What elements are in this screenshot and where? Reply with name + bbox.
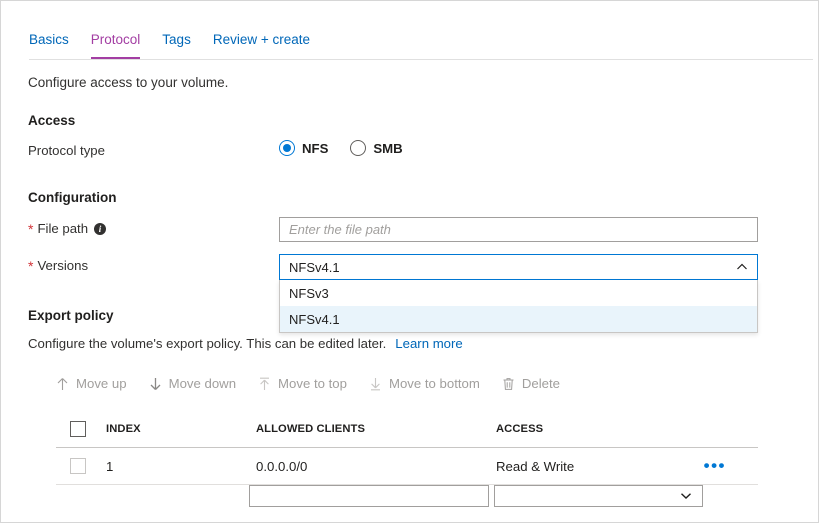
- arrow-to-top-icon: [258, 377, 278, 391]
- move-down-button[interactable]: Move down: [149, 376, 236, 391]
- label-versions: * Versions: [28, 257, 88, 275]
- tab-list: Basics Protocol Tags Review + create: [29, 32, 332, 59]
- label-file-path-text: File path: [37, 221, 89, 236]
- cell-access: Read & Write: [496, 458, 575, 474]
- export-policy-command-bar: Move up Move down Move to top Move to bo…: [56, 376, 582, 391]
- column-header-index[interactable]: INDEX: [106, 423, 256, 435]
- section-heading-configuration: Configuration: [28, 190, 117, 205]
- chevron-up-icon: [736, 261, 748, 273]
- new-access-select[interactable]: [494, 485, 703, 507]
- versions-selected-value: NFSv4.1: [289, 259, 340, 275]
- tab-protocol[interactable]: Protocol: [90, 32, 141, 59]
- radio-nfs-label: NFS: [302, 140, 329, 156]
- tab-bar: Basics Protocol Tags Review + create: [1, 1, 819, 61]
- export-policy-description: Configure the volume's export policy. Th…: [28, 335, 463, 353]
- radio-option-nfs[interactable]: NFS: [279, 140, 328, 156]
- label-file-path: * File path i: [28, 220, 107, 238]
- file-path-required-marker: *: [28, 221, 34, 237]
- section-heading-export-policy: Export policy: [28, 308, 114, 323]
- export-policy-description-text: Configure the volume's export policy. Th…: [28, 336, 387, 351]
- chevron-down-icon: [680, 487, 692, 505]
- section-heading-access: Access: [28, 113, 76, 128]
- radio-option-smb[interactable]: SMB: [350, 140, 403, 156]
- table-row[interactable]: 1 0.0.0.0/0 Read & Write •••: [56, 448, 758, 485]
- move-up-label: Move up: [76, 376, 127, 391]
- info-icon[interactable]: i: [94, 223, 107, 235]
- versions-option-nfsv41[interactable]: NFSv4.1: [280, 306, 757, 332]
- tab-divider: [29, 59, 813, 60]
- form-panel: Basics Protocol Tags Review + create Con…: [0, 0, 819, 523]
- row-checkbox[interactable]: [70, 458, 86, 474]
- arrow-down-icon: [149, 377, 169, 391]
- move-to-bottom-label: Move to bottom: [388, 376, 480, 391]
- row-context-menu-icon[interactable]: •••: [704, 457, 726, 474]
- cell-allowed-clients: 0.0.0.0/0: [256, 458, 308, 474]
- move-up-button[interactable]: Move up: [56, 376, 127, 391]
- label-protocol-type: Protocol type: [28, 142, 105, 160]
- versions-required-marker: *: [28, 258, 34, 274]
- radio-nfs-icon[interactable]: [279, 140, 295, 156]
- arrow-to-bottom-icon: [369, 377, 389, 391]
- versions-combobox[interactable]: NFSv4.1: [279, 254, 758, 280]
- cell-index: 1: [106, 458, 114, 474]
- protocol-type-radio-group: NFS SMB: [279, 140, 425, 156]
- versions-option-nfsv3[interactable]: NFSv3: [280, 280, 757, 306]
- column-header-access[interactable]: ACCESS: [496, 423, 696, 435]
- radio-smb-icon[interactable]: [350, 140, 367, 156]
- trash-icon: [502, 377, 522, 391]
- page-description: Configure access to your volume.: [28, 75, 229, 90]
- learn-more-link[interactable]: Learn more: [395, 335, 462, 353]
- tab-review-create[interactable]: Review + create: [213, 32, 310, 59]
- table-header-row: INDEX ALLOWED CLIENTS ACCESS: [56, 411, 758, 448]
- tab-tags[interactable]: Tags: [162, 32, 191, 59]
- move-down-label: Move down: [168, 376, 237, 391]
- label-versions-text: Versions: [37, 258, 89, 273]
- select-all-checkbox[interactable]: [70, 421, 86, 437]
- new-allowed-clients-input[interactable]: [249, 485, 489, 507]
- move-to-top-label: Move to top: [278, 376, 347, 391]
- versions-dropdown-list: NFSv3 NFSv4.1: [279, 280, 758, 333]
- move-to-bottom-button[interactable]: Move to bottom: [369, 376, 480, 391]
- delete-label: Delete: [521, 376, 560, 391]
- arrow-up-icon: [56, 377, 76, 391]
- export-policy-table: INDEX ALLOWED CLIENTS ACCESS 1 0.0.0.0/0…: [56, 411, 758, 485]
- column-header-allowed-clients[interactable]: ALLOWED CLIENTS: [256, 423, 496, 435]
- move-to-top-button[interactable]: Move to top: [258, 376, 347, 391]
- radio-smb-label: SMB: [373, 140, 403, 156]
- label-protocol-type-text: Protocol type: [28, 143, 105, 158]
- delete-button[interactable]: Delete: [502, 376, 560, 391]
- new-rule-editor-row: [56, 483, 758, 523]
- file-path-input[interactable]: [279, 217, 758, 242]
- tab-basics[interactable]: Basics: [29, 32, 69, 59]
